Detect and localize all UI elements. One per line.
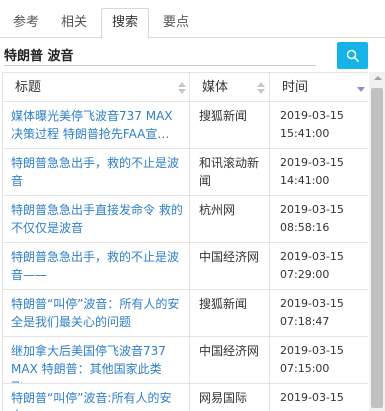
table-row[interactable]: 特朗普“叫停”波音：所有人的安全是我们最关心的问题 搜狐新闻 2019-03-1… (3, 290, 368, 337)
media-source: 中国经济网 (190, 243, 270, 289)
column-media-label: 媒体 (202, 80, 229, 95)
tab-reference[interactable]: 参考 (4, 9, 48, 39)
news-title-link[interactable]: 特朗普“叫停”波音：所有人的安全是我们最关心的问题 (3, 290, 190, 336)
media-source: 中国经济网 (190, 337, 270, 383)
publish-date: 2019-03-15 (280, 297, 344, 310)
media-source: 和讯滚动新闻 (190, 149, 270, 195)
column-header-title[interactable]: 标题 (3, 73, 190, 102)
media-source: 网易国际 (190, 384, 270, 411)
table-row[interactable]: 特朗普急急出手，救的不止是波音—— 中国经济网 2019-03-15 07:29:… (3, 243, 368, 290)
news-title-link[interactable]: 继加拿大后美国停飞波音737 MAX 特朗普：其他国家此类飞… (3, 337, 190, 383)
search-button[interactable] (337, 42, 368, 69)
publish-date: 2019-03-15 (280, 344, 344, 357)
publish-clock: 15:41:00 (280, 127, 330, 140)
media-source: 搜狐新闻 (190, 102, 270, 148)
search-icon (346, 49, 359, 62)
sort-descending-icon[interactable] (357, 87, 365, 92)
publish-clock: 07:18:47 (280, 315, 330, 328)
publish-clock: 08:58:16 (280, 221, 330, 234)
scroll-up-arrow-icon[interactable] (374, 76, 382, 80)
column-time-label: 时间 (282, 80, 309, 95)
media-source: 搜狐新闻 (190, 290, 270, 336)
vertical-scrollbar[interactable] (369, 72, 385, 411)
publish-time: 2019-03-15 (270, 384, 368, 411)
table-row[interactable]: 特朗普“叫停”波音:所有人的安全 网易国际 2019-03-15 (3, 384, 368, 411)
column-title-label: 标题 (15, 80, 42, 95)
tab-related[interactable]: 相关 (52, 9, 96, 39)
publish-date: 2019-03-15 (280, 250, 344, 263)
publish-clock: 14:41:00 (280, 174, 330, 187)
publish-time: 2019-03-15 14:41:00 (270, 149, 368, 195)
publish-date: 2019-03-15 (280, 109, 344, 122)
publish-time: 2019-03-15 08:58:16 (270, 196, 368, 242)
publish-time: 2019-03-15 15:41:00 (270, 102, 368, 148)
tab-bar: 参考 相关 搜索 要点 (0, 0, 385, 39)
table-row[interactable]: 继加拿大后美国停飞波音737 MAX 特朗普：其他国家此类飞… 中国经济网 20… (3, 337, 368, 384)
results-table: 标题 媒体 时间 媒体曝光美停飞波音737 MAX决策过程 特朗普抢先FAA宣…… (2, 72, 368, 411)
tab-key-points[interactable]: 要点 (154, 9, 198, 39)
column-header-media[interactable]: 媒体 (190, 73, 270, 102)
news-title-link[interactable]: 特朗普急急出手直接发命令 救的不仅仅是波音 (3, 196, 190, 242)
publish-time: 2019-03-15 07:29:00 (270, 243, 368, 289)
publish-date: 2019-03-15 (280, 391, 344, 404)
sort-icon[interactable] (178, 82, 186, 94)
news-title-link[interactable]: 特朗普“叫停”波音:所有人的安全 (3, 384, 190, 411)
publish-time: 2019-03-15 07:15:00 (270, 337, 368, 383)
table-row[interactable]: 媒体曝光美停飞波音737 MAX决策过程 特朗普抢先FAA宣… 搜狐新闻 201… (3, 102, 368, 149)
column-header-time[interactable]: 时间 (270, 73, 368, 102)
news-title-link[interactable]: 媒体曝光美停飞波音737 MAX决策过程 特朗普抢先FAA宣… (3, 102, 190, 148)
publish-clock: 07:29:00 (280, 268, 330, 281)
news-title-link[interactable]: 特朗普急急出手，救的不止是波音—— (3, 243, 190, 289)
table-row[interactable]: 特朗普急急出手直接发命令 救的不仅仅是波音 杭州网 2019-03-15 08:5… (3, 196, 368, 243)
publish-time: 2019-03-15 07:18:47 (270, 290, 368, 336)
scrollbar-thumb[interactable] (371, 88, 383, 408)
publish-date: 2019-03-15 (280, 203, 344, 216)
table-row[interactable]: 特朗普急急出手，救的不止是波音 和讯滚动新闻 2019-03-15 14:41:0… (3, 149, 368, 196)
media-source: 杭州网 (190, 196, 270, 242)
table-header: 标题 媒体 时间 (3, 72, 368, 102)
publish-date: 2019-03-15 (280, 156, 344, 169)
tab-search[interactable]: 搜索 (101, 8, 149, 39)
publish-clock: 07:15:00 (280, 362, 330, 375)
news-title-link[interactable]: 特朗普急急出手，救的不止是波音 (3, 149, 190, 195)
search-input[interactable] (4, 44, 316, 66)
sort-icon[interactable] (257, 82, 265, 94)
